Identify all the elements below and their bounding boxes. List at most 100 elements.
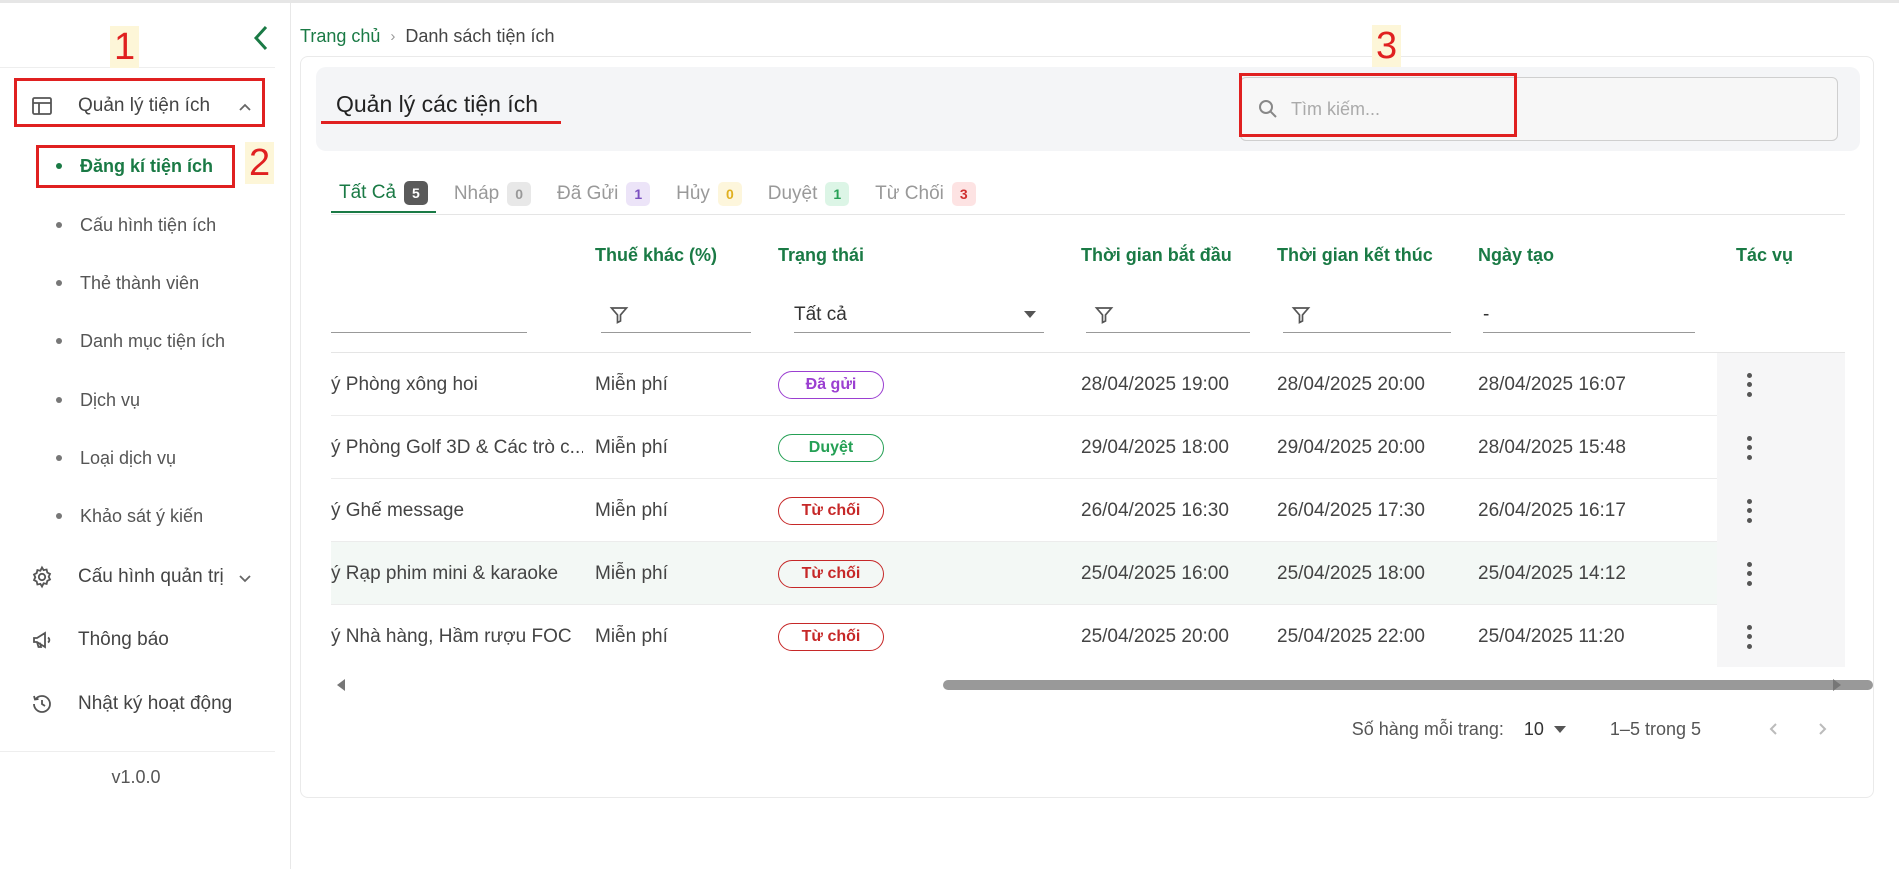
- more-actions-icon[interactable]: [1739, 496, 1759, 526]
- annotation-number-3: 3: [1372, 25, 1402, 67]
- column-header-end-time[interactable]: Thời gian kết thúc: [1277, 245, 1433, 266]
- pagination: Số hàng mỗi trang: 10 1–5 trong 5: [1352, 709, 1837, 749]
- start-time-filter[interactable]: [1086, 297, 1250, 333]
- created-date-filter[interactable]: -: [1483, 297, 1695, 333]
- tab-label: Nháp: [453, 183, 500, 204]
- collapse-sidebar-button[interactable]: [246, 21, 276, 55]
- filter-icon: [1291, 306, 1311, 324]
- tab-cancelled[interactable]: Hủy 0: [668, 175, 750, 213]
- table-row[interactable]: ý Phòng Golf 3D & Các trò c... Miễn phí …: [331, 416, 1845, 479]
- tab-count-badge: 1: [626, 182, 651, 206]
- status-filter-select[interactable]: Tất cả: [794, 297, 1044, 333]
- cell-end-time: 25/04/2025 22:00: [1277, 625, 1425, 647]
- cell-end-time: 28/04/2025 20:00: [1277, 373, 1425, 395]
- breadcrumb-home-link[interactable]: Trang chủ: [300, 26, 380, 47]
- sidebar-subitem-label: Khảo sát ý kiến: [80, 505, 204, 526]
- more-actions-icon[interactable]: [1739, 622, 1759, 652]
- status-filter-value: Tất cả: [794, 303, 847, 325]
- sidebar-item-notifications[interactable]: Thông báo: [14, 616, 264, 664]
- rows-per-page-select[interactable]: 10: [1524, 719, 1566, 740]
- sidebar-subitem-services[interactable]: Dịch vụ: [56, 382, 140, 418]
- tab-sent[interactable]: Đã Gửi 1: [549, 175, 658, 213]
- horizontal-scrollbar[interactable]: [353, 679, 1873, 691]
- gear-icon: [28, 563, 56, 591]
- tab-draft[interactable]: Nháp 0: [446, 175, 539, 213]
- cell-other-tax: Miễn phí: [595, 499, 668, 521]
- scroll-left-arrow-icon[interactable]: [337, 679, 345, 691]
- more-actions-icon[interactable]: [1739, 433, 1759, 463]
- breadcrumb: Trang chủ › Danh sách tiện ích: [300, 26, 554, 47]
- column-header-start-time[interactable]: Thời gian bắt đầu: [1081, 245, 1232, 266]
- sidebar-subitem-label: Loại dịch vụ: [80, 447, 177, 468]
- status-badge: Từ chối: [778, 622, 884, 651]
- end-time-filter[interactable]: [1283, 297, 1451, 333]
- history-icon: [28, 690, 56, 718]
- tab-label: Hủy: [676, 183, 710, 204]
- cell-utility-name: ý Nhà hàng, Hầm rượu FOC: [331, 625, 572, 647]
- table-row[interactable]: ý Nhà hàng, Hầm rượu FOC Miễn phí Từ chố…: [331, 605, 1845, 667]
- table-row[interactable]: ý Rạp phim mini & karaoke Miễn phí Từ ch…: [331, 542, 1845, 605]
- bullet-icon: [56, 222, 62, 228]
- tab-count-badge: 5: [404, 181, 428, 205]
- actions-cell: [1717, 605, 1845, 667]
- page-range: 1–5 trong 5: [1609, 718, 1701, 739]
- tax-filter[interactable]: [601, 297, 751, 333]
- sidebar-subitem-service-types[interactable]: Loại dịch vụ: [56, 440, 176, 476]
- tab-all[interactable]: Tất Cả 5: [331, 175, 436, 213]
- sidebar-subitem-membership-card[interactable]: Thẻ thành viên: [56, 265, 199, 301]
- megaphone-icon: [28, 626, 56, 654]
- actions-cell: [1717, 416, 1845, 479]
- table-row[interactable]: ý Ghế message Miễn phí Từ chối 26/04/202…: [331, 479, 1845, 542]
- more-actions-icon[interactable]: [1739, 370, 1759, 400]
- cell-end-time: 25/04/2025 18:00: [1277, 562, 1425, 584]
- sidebar-item-label: Cấu hình quản trị: [78, 566, 224, 587]
- cell-other-tax: Miễn phí: [595, 625, 668, 647]
- breadcrumb-separator-icon: ›: [390, 28, 396, 45]
- sidebar-subitem-utility-config[interactable]: Cấu hình tiện ích: [56, 207, 216, 243]
- chevron-left-icon: [1769, 723, 1777, 735]
- cell-utility-name: ý Phòng Golf 3D & Các trò c...: [331, 436, 583, 458]
- caret-down-icon: [1024, 311, 1036, 318]
- status-badge: Từ chối: [778, 496, 884, 525]
- created-filter-value: -: [1483, 303, 1490, 325]
- scrollbar-thumb[interactable]: [943, 680, 1873, 690]
- cell-utility-name: ý Ghế message: [331, 499, 465, 521]
- sidebar-subitem-utility-category[interactable]: Danh mục tiện ích: [56, 323, 225, 359]
- chevron-down-icon: [238, 569, 252, 591]
- cell-start-time: 25/04/2025 20:00: [1081, 625, 1229, 647]
- column-header-created-date[interactable]: Ngày tạo: [1478, 245, 1554, 266]
- chevron-right-icon: [1819, 723, 1827, 735]
- table-row[interactable]: ý Phòng xông hoi Miễn phí Đã gửi 28/04/2…: [331, 353, 1845, 416]
- annotation-box-2: [36, 145, 235, 188]
- column-header-actions: Tác vụ: [1736, 245, 1794, 265]
- bullet-icon: [56, 455, 62, 461]
- more-actions-icon[interactable]: [1739, 559, 1759, 589]
- annotation-number-2: 2: [245, 142, 275, 184]
- cell-start-time: 26/04/2025 16:30: [1081, 499, 1229, 521]
- status-tabs: Tất Cả 5 Nháp 0 Đã Gửi 1 Hủy 0 Duyệt 1 Từ Chố…: [331, 175, 1845, 215]
- tab-count-badge: 1: [825, 182, 850, 206]
- cell-other-tax: Miễn phí: [595, 436, 668, 458]
- tab-approved[interactable]: Duyệt 1: [760, 175, 857, 213]
- rows-per-page-value: 10: [1523, 718, 1544, 739]
- rows-per-page-label: Số hàng mỗi trang:: [1351, 718, 1504, 739]
- cell-start-time: 25/04/2025 16:00: [1081, 562, 1229, 584]
- column-header-status[interactable]: Trạng thái: [778, 245, 864, 266]
- column-header-other-tax[interactable]: Thuế khác (%): [595, 245, 717, 266]
- previous-page-button[interactable]: [1759, 714, 1789, 744]
- sidebar-subitem-label: Danh mục tiện ích: [80, 330, 226, 351]
- sidebar-subitem-survey[interactable]: Khảo sát ý kiến: [56, 498, 203, 534]
- cell-utility-name: ý Rạp phim mini & karaoke: [331, 562, 559, 584]
- sidebar-item-admin-config[interactable]: Cấu hình quản trị: [14, 553, 264, 601]
- tab-label: Duyệt: [767, 183, 818, 204]
- actions-cell: [1717, 479, 1845, 542]
- app-version: v1.0.0: [111, 767, 161, 787]
- sidebar-item-activity-log[interactable]: Nhật ký hoạt động: [14, 680, 264, 728]
- scroll-right-arrow-icon[interactable]: [1833, 679, 1841, 691]
- sidebar-subitem-label: Thẻ thành viên: [80, 272, 200, 293]
- breadcrumb-current: Danh sách tiện ích: [405, 26, 555, 46]
- tab-rejected[interactable]: Từ Chối 3: [867, 175, 983, 213]
- sidebar-subitem-label: Dịch vụ: [80, 389, 141, 410]
- next-page-button[interactable]: [1807, 714, 1837, 744]
- name-filter[interactable]: [331, 297, 527, 333]
